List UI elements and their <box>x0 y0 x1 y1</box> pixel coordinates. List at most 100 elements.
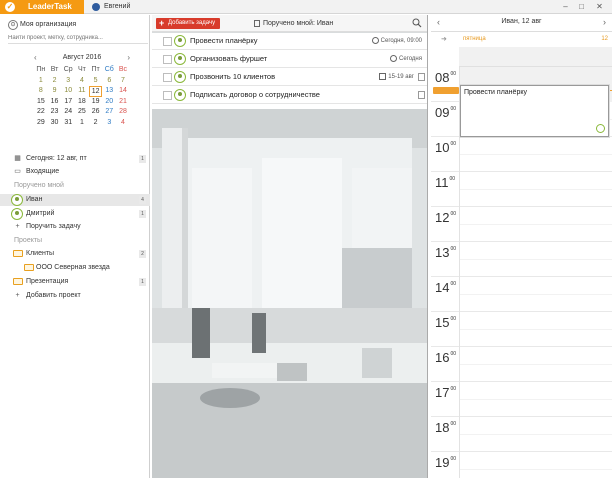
calendar-day[interactable]: 23 <box>48 107 62 118</box>
calendar-day[interactable]: 16 <box>48 97 62 108</box>
hour-value: 10 <box>435 140 450 155</box>
calendar-day[interactable]: 26 <box>89 107 103 118</box>
task-checkbox[interactable] <box>163 91 172 100</box>
task-row[interactable]: Провести планёрку Сегодня, 09:00 <box>152 33 427 50</box>
calendar-day[interactable]: 28 <box>116 107 130 118</box>
half-hour-line <box>459 259 612 260</box>
close-button[interactable]: ✕ <box>594 2 605 12</box>
calendar-day[interactable]: 6 <box>102 76 116 87</box>
hour-value: 17 <box>435 385 450 400</box>
count-badge: 1 <box>139 278 146 286</box>
all-day-area[interactable] <box>459 47 612 67</box>
hour-value: 15 <box>435 315 450 330</box>
assign-task-label: Поручить задачу <box>26 223 81 230</box>
calendar-day[interactable]: 20 <box>102 97 116 108</box>
organization-icon: ⊙ <box>8 20 18 30</box>
task-row[interactable]: Организовать фуршет Сегодня <box>152 51 427 68</box>
calendar-day[interactable]: 27 <box>102 107 116 118</box>
prev-month-chevron-icon[interactable]: ‹ <box>34 53 37 63</box>
task-row[interactable]: Подписать договор о сотрудничестве <box>152 87 427 104</box>
calendar-day[interactable]: 19 <box>89 97 103 108</box>
calendar-day[interactable]: 7 <box>116 76 130 87</box>
task-list: Провести планёрку Сегодня, 09:00 Организ… <box>152 33 427 109</box>
calendar-day[interactable]: 24 <box>61 107 75 118</box>
plus-icon: + <box>15 292 20 299</box>
half-hour-line <box>459 434 612 435</box>
task-panel: + Добавить задачу Поручено мной: Иван Пр… <box>152 15 428 478</box>
calendar-day[interactable]: 31 <box>61 118 75 129</box>
task-toolbar: + Добавить задачу Поручено мной: Иван <box>152 15 427 32</box>
calendar-day[interactable]: 3 <box>61 76 75 87</box>
folder-icon <box>24 264 34 271</box>
calendar-header: ‹ Август 2016 › <box>34 53 130 63</box>
sidebar-item-label: Иван <box>26 196 43 203</box>
sidebar-item-project-clients[interactable]: Клиенты 2 <box>0 248 150 260</box>
mini-calendar: ‹ Август 2016 › Пн Вт Ср Чт Пт Сб Вс 1 2 3 4 5 6 7 8 9 1… <box>34 53 130 128</box>
calendar-day[interactable]: 13 <box>102 86 116 97</box>
user-tab[interactable]: Евгений <box>92 0 130 14</box>
organization-selector[interactable]: ⊙ Моя организация <box>8 19 148 31</box>
hour-value: 12 <box>435 210 450 225</box>
hour-label: 1800 <box>435 420 456 435</box>
calendar-day[interactable]: 21 <box>116 97 130 108</box>
document-icon <box>254 20 260 27</box>
search-input[interactable] <box>8 33 148 44</box>
hour-label: 1500 <box>435 315 456 330</box>
calendar-day[interactable]: 2 <box>89 118 103 129</box>
calendar-weekday: Вт <box>50 66 59 73</box>
calendar-day[interactable]: 25 <box>75 107 89 118</box>
hour-value: 18 <box>435 420 450 435</box>
calendar-day[interactable]: 4 <box>75 76 89 87</box>
maximize-button[interactable]: □ <box>576 2 587 12</box>
calendar-day[interactable]: 17 <box>61 97 75 108</box>
sidebar-item-person-ivan[interactable]: Иван 4 <box>0 194 150 206</box>
minimize-button[interactable]: – <box>560 2 571 12</box>
event-card[interactable]: Провести планёрку <box>460 85 609 137</box>
search-icon[interactable] <box>412 18 422 28</box>
minute-value: 00 <box>450 141 457 147</box>
task-checkbox[interactable] <box>163 37 172 46</box>
next-day-chevron-icon[interactable]: › <box>603 17 606 27</box>
task-due: Сегодня, 09:00 <box>371 33 422 49</box>
minute-value: 00 <box>450 351 457 357</box>
hour-value: 16 <box>435 350 450 365</box>
sidebar-item-project-severnaya-zvezda[interactable]: ООО Северная звезда <box>0 262 150 274</box>
calendar-day[interactable]: 14 <box>116 86 130 97</box>
minute-value: 00 <box>450 421 457 427</box>
calendar-day[interactable]: 15 <box>34 97 48 108</box>
minute-value: 00 <box>450 386 457 392</box>
app-tab[interactable]: ✓ LeaderTask <box>0 0 84 14</box>
assign-task-button[interactable]: + Поручить задачу <box>0 221 150 233</box>
calendar-day[interactable]: 5 <box>89 76 103 87</box>
title-bar: ✓ LeaderTask Евгений – □ ✕ <box>0 0 612 14</box>
sidebar-item-person-dmitry[interactable]: Дмитрий 1 <box>0 208 150 220</box>
next-month-chevron-icon[interactable]: › <box>127 53 130 63</box>
calendar-day[interactable]: 30 <box>48 118 62 129</box>
calendar-day[interactable]: 4 <box>116 118 130 129</box>
calendar-day[interactable]: 3 <box>102 118 116 129</box>
task-row[interactable]: Прозвонить 10 клиентов 15-19 авг <box>152 69 427 86</box>
sidebar-item-inbox[interactable]: ▭ Входящие <box>0 166 150 178</box>
add-task-button[interactable]: + Добавить задачу <box>156 18 220 29</box>
calendar-day[interactable]: 12 <box>88 86 103 97</box>
task-checkbox[interactable] <box>163 55 172 64</box>
sidebar-item-today[interactable]: ▦ Сегодня: 12 авг, пт 1 <box>0 153 150 165</box>
view-title: Поручено мной: Иван <box>254 18 333 29</box>
calendar-day[interactable]: 29 <box>34 118 48 129</box>
calendar-day[interactable]: 1 <box>75 118 89 129</box>
calendar-day[interactable]: 9 <box>48 86 62 97</box>
section-label-assigned: Поручено мной <box>14 182 64 189</box>
task-title: Организовать фуршет <box>190 54 268 63</box>
calendar-day[interactable]: 10 <box>61 86 75 97</box>
comment-icon <box>418 73 425 81</box>
calendar-day[interactable]: 1 <box>34 76 48 87</box>
calendar-day[interactable]: 8 <box>34 86 48 97</box>
task-checkbox[interactable] <box>163 73 172 82</box>
sidebar-item-project-presentation[interactable]: Презентация 1 <box>0 276 150 288</box>
calendar-day[interactable]: 11 <box>75 86 89 97</box>
add-project-button[interactable]: + Добавить проект <box>0 290 150 302</box>
arrow-right-icon[interactable]: ➜ <box>441 35 447 43</box>
calendar-day[interactable]: 18 <box>75 97 89 108</box>
calendar-day[interactable]: 22 <box>34 107 48 118</box>
calendar-day[interactable]: 2 <box>48 76 62 87</box>
